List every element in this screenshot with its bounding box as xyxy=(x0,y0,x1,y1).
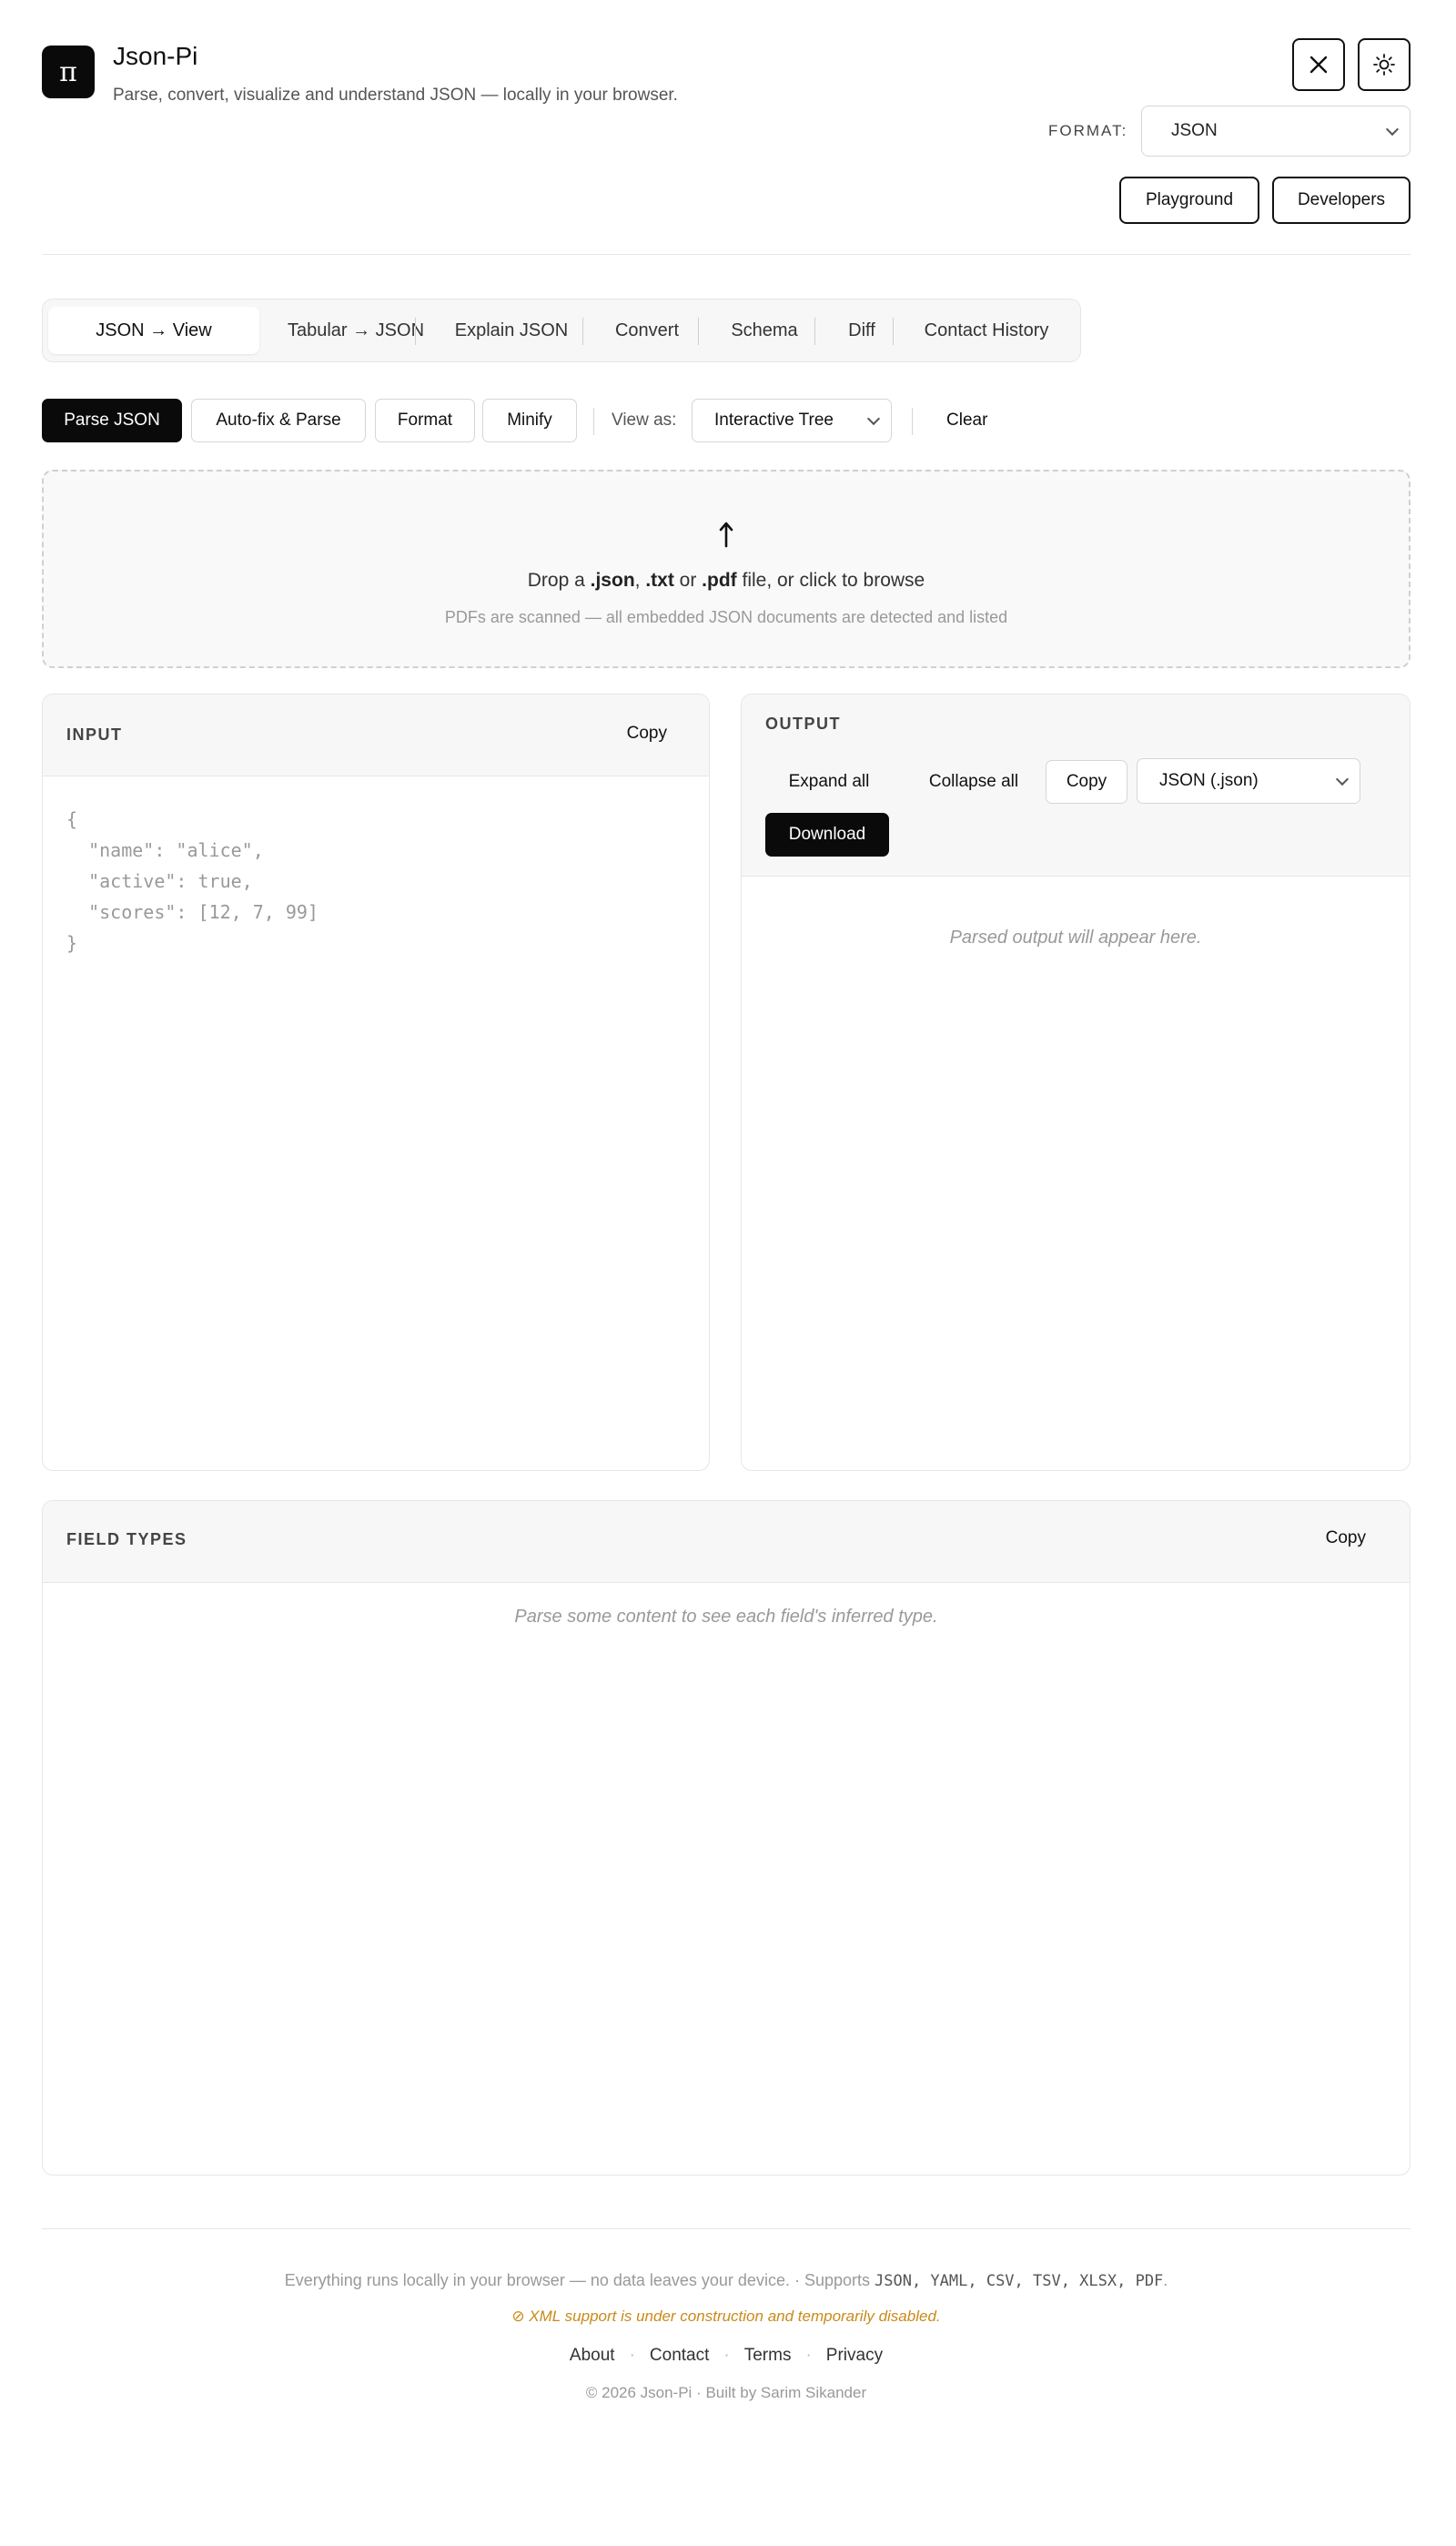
app-title: Json-Pi xyxy=(113,42,198,70)
field-types-panel: FIELD TYPES Copy Parse some content to s… xyxy=(42,1500,1410,2176)
json-input-editor[interactable]: { "name": "alice", "active": true, "scor… xyxy=(66,804,318,959)
footer-link-terms[interactable]: Terms xyxy=(744,2346,792,2365)
ext-pdf: .pdf xyxy=(702,570,737,591)
output-placeholder: Parsed output will appear here. xyxy=(949,928,1202,948)
footer-links: About · Contact · Terms · Privacy xyxy=(42,2346,1410,2366)
view-as-label: View as: xyxy=(612,411,677,430)
supported-formats: JSON, YAML, CSV, TSV, XLSX, PDF xyxy=(875,2272,1164,2290)
input-panel: INPUT Copy { "name": "alice", "active": … xyxy=(42,694,710,1471)
dropzone-instructions: Drop a .json, .txt or .pdf file, or clic… xyxy=(44,570,1409,592)
input-panel-title: INPUT xyxy=(66,725,123,744)
chevron-down-icon xyxy=(1335,772,1350,786)
clear-button[interactable]: Clear xyxy=(946,399,987,442)
expand-all-button[interactable]: Expand all xyxy=(765,760,893,804)
pi-logo-icon: π xyxy=(59,56,77,88)
dropzone-sep: , xyxy=(634,570,646,591)
close-icon xyxy=(1309,56,1328,74)
supports-prefix: Supports xyxy=(804,2271,875,2289)
view-as-value: Interactive Tree xyxy=(714,411,834,430)
tab-explain-json[interactable]: Explain JSON xyxy=(421,307,602,354)
tab-convert[interactable]: Convert xyxy=(589,307,705,354)
export-format-value: JSON (.json) xyxy=(1159,771,1259,790)
download-button[interactable]: Download xyxy=(765,813,889,857)
chevron-down-icon xyxy=(1385,122,1400,137)
output-panel: OUTPUT Expand all Collapse all Copy JSON… xyxy=(741,694,1410,1471)
tab-divider xyxy=(415,318,416,345)
tab-divider xyxy=(582,318,583,345)
footer-link-about[interactable]: About xyxy=(570,2346,615,2365)
footer-dot: · xyxy=(629,2346,635,2365)
format-select-value: JSON xyxy=(1171,121,1218,140)
input-copy-button[interactable]: Copy xyxy=(627,724,667,744)
autofix-parse-button[interactable]: Auto-fix & Parse xyxy=(191,399,366,442)
footer-info: Everything runs locally in your browser … xyxy=(42,2271,1410,2290)
field-types-placeholder: Parse some content to see each field's i… xyxy=(514,1607,938,1627)
format-button[interactable]: Format xyxy=(375,399,475,442)
mode-tabs: JSON → View Tabular → JSON Explain JSON … xyxy=(42,299,1081,362)
toolbar-divider xyxy=(912,408,913,435)
input-panel-header: INPUT Copy xyxy=(43,695,709,776)
parse-json-button[interactable]: Parse JSON xyxy=(42,399,182,442)
page-footer: Everything runs locally in your browser … xyxy=(42,2228,1410,2429)
footer-link-contact[interactable]: Contact xyxy=(650,2346,709,2365)
upload-arrow-icon xyxy=(719,522,733,548)
supports-suffix: . xyxy=(1163,2271,1168,2289)
output-panel-header: OUTPUT Expand all Collapse all Copy JSON… xyxy=(742,695,1410,877)
field-types-copy-button[interactable]: Copy xyxy=(1326,1528,1366,1548)
footer-link-privacy[interactable]: Privacy xyxy=(826,2346,883,2365)
tab-schema[interactable]: Schema xyxy=(705,307,824,354)
tab-json-view[interactable]: JSON → View xyxy=(48,307,259,354)
local-note: Everything runs locally in your browser … xyxy=(284,2271,790,2289)
tab-tabular-json[interactable]: Tabular → JSON xyxy=(267,307,445,354)
app-logo: π xyxy=(42,46,95,98)
tab-divider xyxy=(698,318,699,345)
export-format-select[interactable]: JSON (.json) xyxy=(1137,758,1360,804)
tab-divider xyxy=(814,318,815,345)
dropzone-subtext: PDFs are scanned — all embedded JSON doc… xyxy=(444,608,1008,626)
footer-separator: · xyxy=(789,2271,804,2289)
collapse-all-button[interactable]: Collapse all xyxy=(904,760,1044,804)
field-types-header: FIELD TYPES Copy xyxy=(43,1501,1410,1583)
app-subtitle: Parse, convert, visualize and understand… xyxy=(113,86,678,105)
tab-divider xyxy=(893,318,894,345)
output-copy-button[interactable]: Copy xyxy=(1046,760,1127,804)
format-label: FORMAT: xyxy=(1048,122,1128,139)
ext-txt: .txt xyxy=(645,570,674,591)
tab-diff[interactable]: Diff xyxy=(822,307,902,354)
theme-toggle-button[interactable] xyxy=(1358,38,1410,91)
view-as-select[interactable]: Interactive Tree xyxy=(692,399,892,442)
playground-button[interactable]: Playground xyxy=(1119,177,1259,224)
chevron-down-icon xyxy=(866,411,881,426)
tab-contact-history[interactable]: Contact History xyxy=(902,307,1071,354)
field-types-title: FIELD TYPES xyxy=(66,1530,187,1548)
dropzone-text-prefix: Drop a xyxy=(527,570,591,591)
app-header: π Json-Pi Parse, convert, visualize and … xyxy=(42,38,1410,255)
xml-warning: ⊘ XML support is under construction and … xyxy=(511,2308,941,2325)
file-dropzone[interactable]: Drop a .json, .txt or .pdf file, or clic… xyxy=(42,470,1410,668)
dropzone-sep: or xyxy=(673,570,703,591)
close-button[interactable] xyxy=(1292,38,1345,91)
toolbar-divider xyxy=(593,408,594,435)
action-toolbar: Parse JSON Auto-fix & Parse Format Minif… xyxy=(42,399,1410,444)
developers-button[interactable]: Developers xyxy=(1272,177,1410,224)
output-panel-title: OUTPUT xyxy=(765,715,841,733)
ext-json: .json xyxy=(590,570,635,591)
footer-dot: · xyxy=(723,2346,730,2365)
minify-button[interactable]: Minify xyxy=(482,399,577,442)
copyright: © 2026 Json-Pi · Built by Sarim Sikander xyxy=(585,2384,867,2401)
format-select[interactable]: JSON xyxy=(1141,106,1410,157)
sun-icon xyxy=(1373,54,1395,76)
dropzone-text-suffix: file, or click to browse xyxy=(736,570,925,591)
footer-dot: · xyxy=(805,2346,812,2365)
